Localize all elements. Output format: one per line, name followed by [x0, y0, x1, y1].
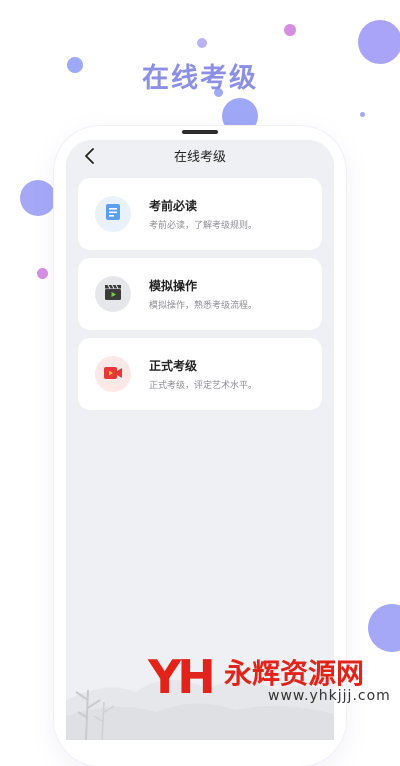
clapperboard-icon [104, 284, 122, 305]
card-title: 模拟操作 [149, 279, 198, 293]
nav-title: 在线考级 [173, 150, 226, 165]
document-icon-wrapper [95, 196, 131, 232]
decor-dot [284, 24, 296, 36]
phone-speaker [182, 130, 218, 134]
video-camera-icon [103, 365, 123, 384]
video-camera-icon-wrapper [95, 356, 131, 392]
watermark-url: www.yhkjjj.com [268, 688, 391, 704]
document-icon [105, 203, 121, 225]
card-pre-exam-reading[interactable]: 考前必读 考前必读，了解考级规则。 [78, 178, 322, 250]
decor-dot [20, 180, 56, 216]
watermark: YH 永辉资源网 www.yhkjjj.com [148, 648, 398, 708]
decor-dot [37, 268, 48, 279]
decor-dot [360, 112, 365, 117]
card-subtitle: 考前必读，了解考级规则。 [149, 221, 258, 231]
card-title: 考前必读 [149, 199, 198, 213]
card-subtitle: 模拟操作，熟悉考级流程。 [149, 301, 258, 311]
watermark-name: 永辉资源网 [224, 657, 365, 690]
card-subtitle: 正式考级，评定艺术水平。 [149, 381, 258, 391]
decor-dot [368, 604, 400, 652]
card-formal-exam[interactable]: 正式考级 正式考级，评定艺术水平。 [78, 338, 322, 410]
clapperboard-icon-wrapper [95, 276, 131, 312]
decor-dot [197, 38, 207, 48]
card-title: 正式考级 [149, 359, 198, 373]
banner-title: 在线考级 [142, 63, 258, 94]
card-mock-operation[interactable]: 模拟操作 模拟操作，熟悉考级流程。 [78, 258, 322, 330]
watermark-logo: YH [148, 650, 216, 704]
